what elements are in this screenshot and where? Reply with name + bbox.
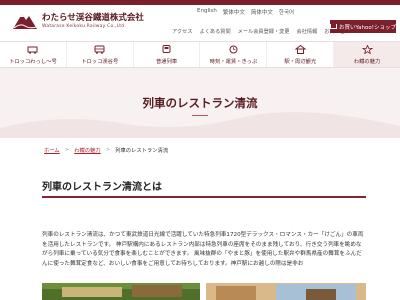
nav-label: 時刻・運賃・きっぷ [209, 59, 258, 65]
util-faq-link[interactable]: よくある質問 [200, 28, 231, 35]
nav-label: トロッコわっし～号 [9, 59, 57, 65]
section-heading: 列車のレストラン清流とは [42, 182, 162, 193]
lang-english[interactable]: English [197, 8, 217, 16]
lang-simplified-chinese[interactable]: 简体中文 [251, 8, 273, 16]
page-title: 列車のレストラン清流 [142, 96, 258, 110]
utility-nav: アクセス よくある質問 メール会員登録・変更 会社情報 お問い合わせ [172, 28, 355, 35]
nav-item-local-train[interactable]: 普通列車 [134, 42, 201, 67]
nav-label: わ鐵の魅力 [353, 59, 381, 65]
title-underline [192, 115, 208, 116]
logo-name-en: Watarase Keikoku Railway Co.,Ltd. [42, 24, 126, 29]
nav-item-stations[interactable]: 駅・周辺観光 [267, 42, 335, 67]
page-hero: 列車のレストラン清流 [0, 68, 400, 138]
lang-traditional-chinese[interactable]: 繁体中文 [223, 8, 245, 16]
breadcrumb: ホーム > わ鐵の魅力 > 列車のレストラン清流 [44, 146, 168, 154]
local-train-icon [162, 45, 171, 53]
yahoo-shop-button[interactable]: お買いYahoo!ショップ [330, 20, 396, 33]
breadcrumb-home[interactable]: ホーム [44, 146, 60, 154]
trolley-icon [27, 46, 38, 54]
restaurant-photo-interior [206, 283, 366, 300]
breadcrumb-separator: > [64, 147, 70, 153]
section-divider [42, 196, 366, 198]
logo-name-jp: わたらせ渓谷鐵道株式会社 [42, 13, 144, 23]
util-company-link[interactable]: 会社情報 [297, 28, 318, 35]
breadcrumb-separator: > [105, 147, 111, 153]
breadcrumb-parent[interactable]: わ鐵の魅力 [74, 146, 101, 154]
nav-item-trolley-wasshi[interactable]: トロッコわっし～号 [0, 42, 67, 67]
mountain-logo-icon [13, 14, 37, 29]
nav-item-attractions[interactable]: わ鐵の魅力 [334, 42, 400, 67]
global-nav: トロッコわっし～号 トロッコ渓谷号 普通列車 時刻・運賃・きっぷ 駅・周辺観光 … [0, 41, 400, 68]
train-icon [94, 45, 105, 54]
shop-button-label: お買いYahoo!ショップ [339, 24, 396, 31]
breadcrumb-current: 列車のレストラン清流 [115, 148, 169, 154]
nav-item-timetable-fare[interactable]: 時刻・運賃・きっぷ [200, 42, 268, 67]
language-switcher: English 繁体中文 简体中文 한국어 [197, 8, 294, 16]
util-access-link[interactable]: アクセス [172, 28, 193, 35]
nav-item-trolley-keikoku[interactable]: トロッコ渓谷号 [67, 42, 134, 67]
nav-label: 駅・周辺観光 [284, 59, 317, 65]
nav-label: トロッコ渓谷号 [81, 59, 119, 65]
util-mail-register-link[interactable]: メール会員登録・変更 [238, 28, 290, 35]
site-header: わたらせ渓谷鐵道株式会社 Watarase Keikoku Railway Co… [0, 5, 400, 41]
ticket-icon [229, 45, 238, 54]
intro-paragraph: 列車のレストラン清流は、かつて東武鉄道日光線で活躍していた特急列車1720型デラ… [42, 232, 364, 267]
site-logo[interactable]: わたらせ渓谷鐵道株式会社 Watarase Keikoku Railway Co… [12, 8, 162, 32]
station-icon [294, 45, 306, 54]
cart-icon [330, 24, 338, 29]
nav-label: 普通列車 [155, 59, 178, 65]
restaurant-photo-exterior [42, 283, 200, 300]
lang-korean[interactable]: 한국어 [279, 8, 294, 16]
star-icon [361, 45, 373, 54]
